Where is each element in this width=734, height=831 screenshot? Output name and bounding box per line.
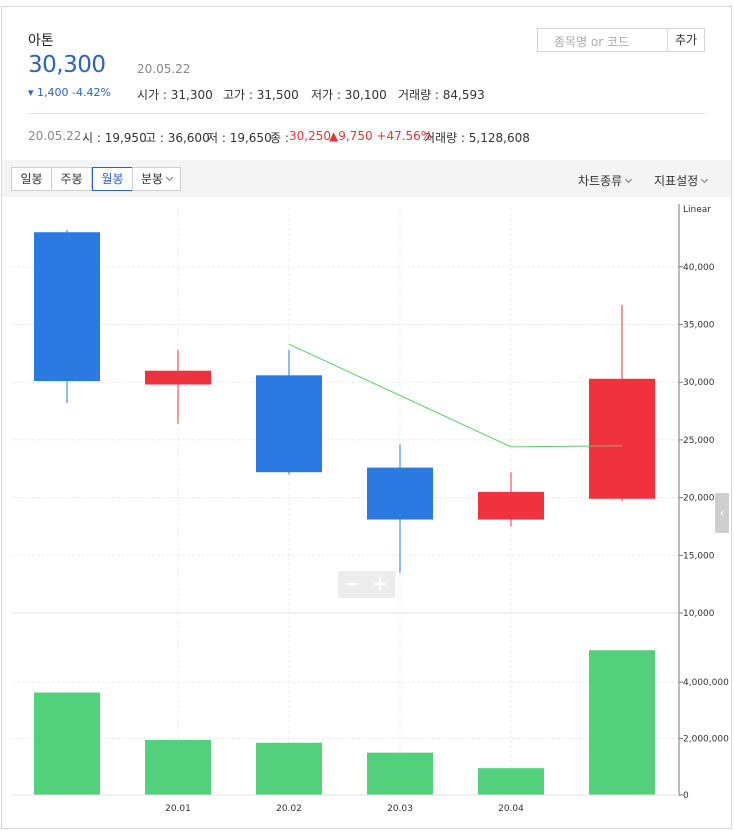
candlestick-chart: Linear 10,000 15,000 20,000 25,000 30,000 35,0… xyxy=(12,204,729,814)
price-tick-label: 15,000 xyxy=(683,551,715,561)
candle-body xyxy=(256,375,322,473)
candle-body xyxy=(589,378,655,499)
x-tick-label: 20.03 xyxy=(387,804,413,814)
volume-tick-label: 0 xyxy=(683,791,689,801)
volume-bar xyxy=(145,739,211,795)
candle-body xyxy=(478,491,544,520)
candle-body xyxy=(34,232,100,382)
scale-label: Linear xyxy=(683,205,711,215)
moving-average-line xyxy=(288,343,623,448)
side-panel-toggle[interactable]: ‹ xyxy=(715,493,729,533)
chevron-left-icon: ‹ xyxy=(719,506,725,520)
volume-tick-label: 2,000,000 xyxy=(683,735,729,745)
price-tick-label: 20,000 xyxy=(683,494,715,504)
candle-body xyxy=(367,467,433,520)
volume-plot xyxy=(34,650,655,795)
zoom-in-button[interactable]: + xyxy=(372,573,388,595)
price-tick-label: 25,000 xyxy=(683,436,715,446)
volume-bar xyxy=(367,752,433,795)
x-tick-label: 20.01 xyxy=(165,804,191,814)
volume-bar xyxy=(589,650,655,795)
price-tick-label: 35,000 xyxy=(683,321,715,331)
volume-tick-label: 4,000,000 xyxy=(683,678,729,688)
candle-body xyxy=(145,370,211,385)
chart-grid xyxy=(12,208,679,796)
zoom-out-button[interactable]: − xyxy=(344,573,360,595)
volume-bar xyxy=(34,692,100,795)
volume-bar xyxy=(256,742,322,795)
price-plot xyxy=(34,229,655,573)
x-tick-label: 20.04 xyxy=(498,804,524,814)
price-tick-label: 30,000 xyxy=(683,378,715,388)
volume-bar xyxy=(478,768,544,795)
price-tick-label: 40,000 xyxy=(683,263,715,273)
x-tick-label: 20.02 xyxy=(276,804,302,814)
price-tick-label: 10,000 xyxy=(683,609,715,619)
